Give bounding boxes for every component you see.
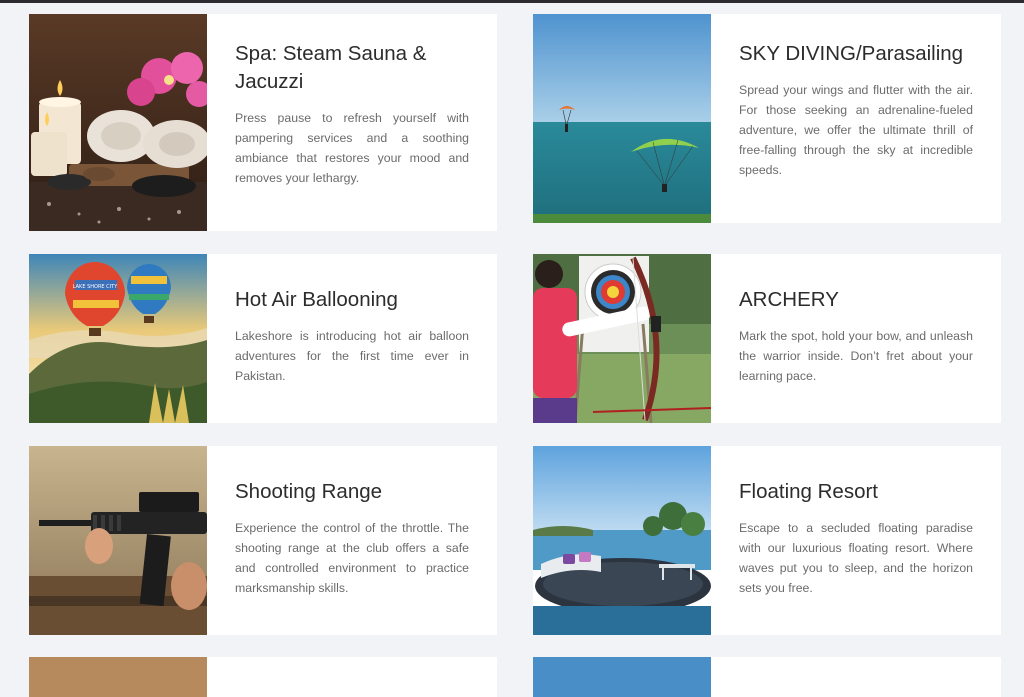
spa-photo	[29, 14, 207, 231]
activity-card-spa[interactable]: Spa: Steam Sauna & Jacuzzi Press pause t…	[29, 14, 497, 231]
card-title[interactable]: Spa: Steam Sauna & Jacuzzi	[235, 40, 469, 96]
archery-photo	[533, 254, 711, 423]
activity-card-shooting-range[interactable]: Shooting Range Experience the control of…	[29, 446, 497, 635]
activity-card-sky-diving[interactable]: SKY DIVING/Parasailing Spread your wings…	[533, 14, 1001, 223]
card-title[interactable]: Shooting Range	[235, 478, 469, 506]
card-description: Escape to a secluded floating paradise w…	[739, 521, 973, 595]
spa-photo-icon	[29, 14, 207, 231]
balloon-text: LAKE SHORE CITY	[73, 284, 118, 290]
card-title[interactable]: SKY DIVING/Parasailing	[739, 40, 973, 68]
card-description: Lakeshore is introducing hot air balloon…	[235, 329, 469, 383]
activity-card-archery[interactable]: ARCHERY Mark the spot, hold your bow, an…	[533, 254, 1001, 423]
card-description: Spread your wings and flutter with the a…	[739, 83, 973, 177]
hot-air-balloon-photo-icon: LAKE SHORE CITY	[29, 254, 207, 423]
rifle-photo-icon	[29, 446, 207, 635]
activity-card-partial-left[interactable]	[29, 657, 497, 697]
floating-resort-photo-icon	[533, 446, 711, 635]
activity-card-hot-air-ballooning[interactable]: LAKE SHORE CITY Hot Air Ballooning Lakes…	[29, 254, 497, 423]
rifle-photo	[29, 446, 207, 635]
activity-card-partial-right[interactable]	[533, 657, 1001, 697]
card-description: Mark the spot, hold your bow, and unleas…	[739, 329, 973, 383]
activity-card-floating-resort[interactable]: Floating Resort Escape to a secluded flo…	[533, 446, 1001, 635]
partial-photo-left	[29, 657, 207, 697]
paragliding-photo	[533, 14, 711, 223]
partial-photo-right	[533, 657, 711, 697]
hot-air-balloon-photo: LAKE SHORE CITY	[29, 254, 207, 423]
top-bar	[0, 0, 1024, 3]
card-title[interactable]: Floating Resort	[739, 478, 973, 506]
card-title[interactable]: ARCHERY	[739, 286, 973, 314]
card-description: Press pause to refresh yourself with pam…	[235, 111, 469, 185]
card-description: Experience the control of the throttle. …	[235, 521, 469, 595]
card-title[interactable]: Hot Air Ballooning	[235, 286, 469, 314]
paragliding-photo-icon	[533, 14, 711, 223]
floating-resort-photo	[533, 446, 711, 635]
archery-photo-icon	[533, 254, 711, 423]
